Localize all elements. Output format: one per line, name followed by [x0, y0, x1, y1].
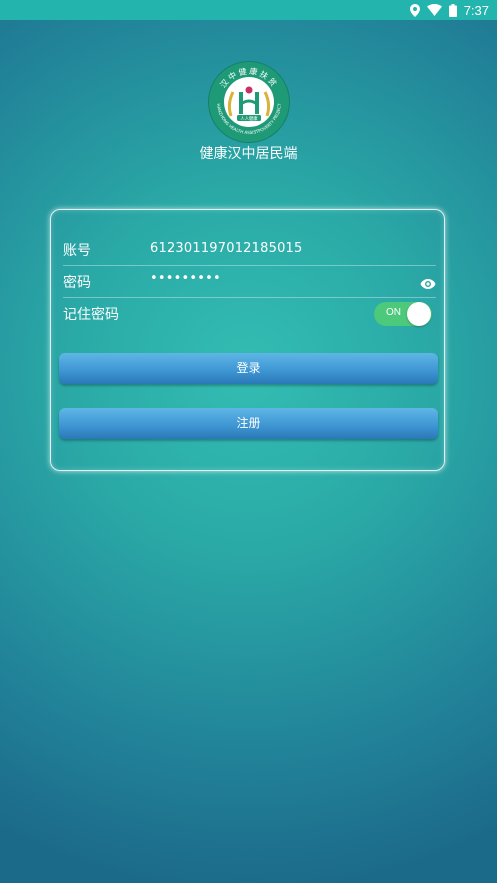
password-row: 密码 •••••••••	[63, 266, 436, 298]
status-bar: 7:37	[0, 0, 497, 20]
wifi-icon	[426, 4, 442, 16]
status-time: 7:37	[463, 2, 489, 18]
eye-icon[interactable]	[420, 275, 436, 294]
login-button[interactable]: 登录	[59, 353, 438, 384]
app-logo: 汉中健康扶贫 HANZHONG HEALTH ASSISTPOVERTY PRO…	[207, 60, 291, 144]
remember-row: 记住密码 ON	[63, 298, 436, 330]
account-label: 账号	[63, 243, 91, 259]
location-icon	[409, 3, 420, 17]
password-label: 密码	[63, 275, 91, 291]
battery-icon	[448, 3, 457, 17]
toggle-knob	[407, 302, 431, 326]
remember-toggle[interactable]: ON	[374, 302, 432, 326]
toggle-on-label: ON	[386, 307, 401, 318]
app-title: 健康汉中居民端	[199, 146, 298, 162]
password-input[interactable]: •••••••••	[150, 271, 221, 286]
account-input[interactable]: 612301197012185015	[150, 241, 302, 256]
login-card: 账号 612301197012185015 密码 ••••••••• 记住密码 …	[50, 209, 445, 471]
register-button[interactable]: 注册	[59, 408, 438, 439]
svg-text:人人健康: 人人健康	[240, 115, 258, 122]
account-row: 账号 612301197012185015	[63, 234, 436, 266]
remember-label: 记住密码	[63, 307, 119, 323]
